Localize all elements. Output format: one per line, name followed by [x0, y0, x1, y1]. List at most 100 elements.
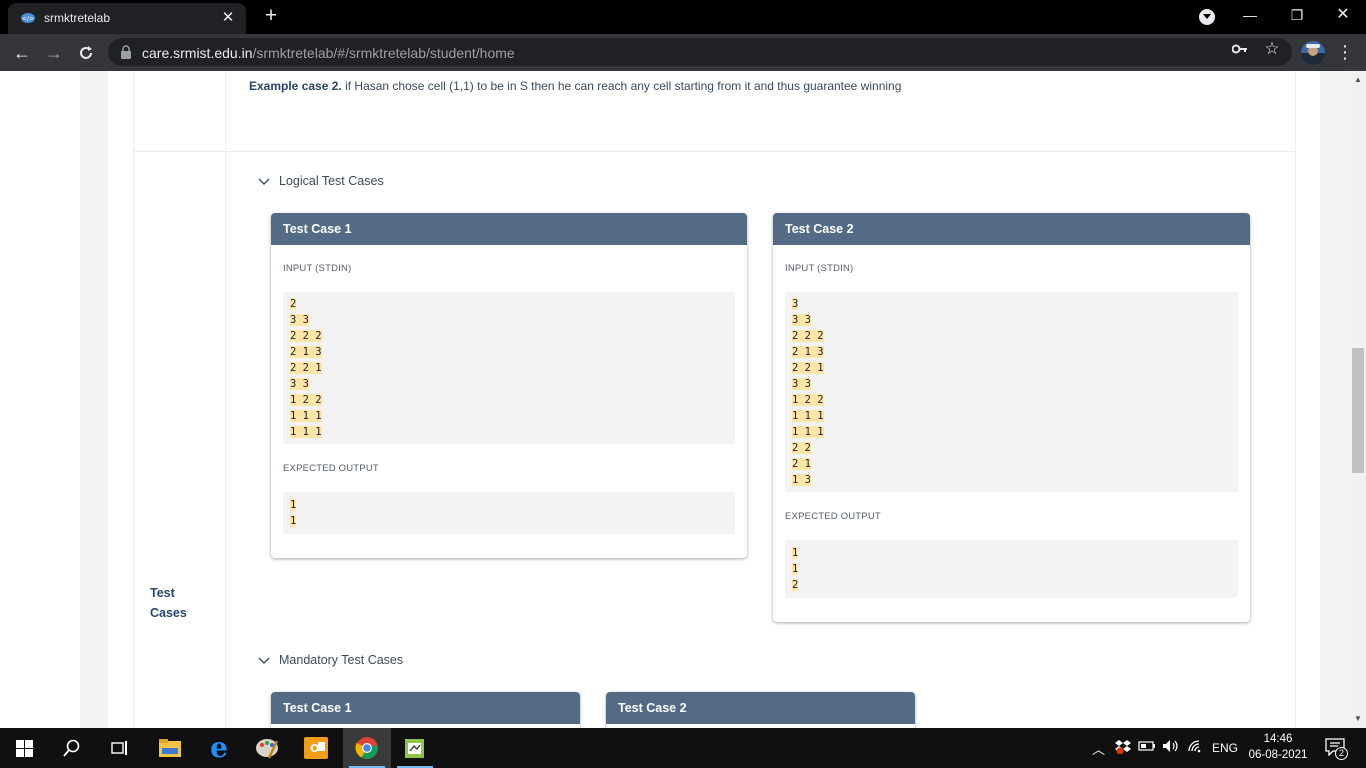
input-line: 2 1: [792, 458, 811, 470]
tab-search-button[interactable]: [1199, 9, 1215, 25]
url-text: care.srmist.edu.in/srmktretelab/#/srmktr…: [142, 45, 515, 61]
bookmark-star-icon[interactable]: ☆: [1263, 40, 1281, 58]
key-icon[interactable]: [1231, 40, 1249, 58]
output-box[interactable]: 1 1 2: [785, 540, 1238, 598]
input-line: 1 3: [792, 474, 811, 486]
section-divider: [133, 151, 1295, 152]
chrome-taskbar-button[interactable]: [343, 728, 391, 768]
action-center-button[interactable]: 2: [1325, 738, 1349, 760]
input-line: 3 3: [290, 314, 309, 326]
logical-test-case-2: Test Case 2 INPUT (STDIN) 3 3 3 2 2 2 2 …: [773, 213, 1250, 622]
test-case-title: Test Case 1: [271, 692, 580, 724]
input-line: 3 3: [792, 314, 811, 326]
page-viewport: Example case 2. if Hasan chose cell (1,1…: [0, 71, 1366, 728]
scroll-down-arrow-icon[interactable]: ▼: [1354, 714, 1362, 723]
expected-output-label: EXPECTED OUTPUT: [785, 511, 881, 522]
notepad-app-button[interactable]: [391, 728, 439, 768]
lock-icon[interactable]: [120, 45, 132, 59]
show-hidden-icons-chevron-icon[interactable]: ︿: [1092, 739, 1105, 758]
input-line: 1 1 1: [290, 426, 322, 438]
page-gutter-right: [1320, 71, 1350, 728]
close-window-button[interactable]: ✕: [1329, 4, 1357, 26]
page-left-margin: [0, 71, 80, 728]
mandatory-test-cases-toggle[interactable]: Mandatory Test Cases: [258, 653, 403, 667]
input-line: 2 1 3: [290, 346, 322, 358]
search-button[interactable]: [48, 728, 96, 768]
outlook-icon: O: [304, 737, 328, 759]
dropbox-tray-icon[interactable]: [1115, 739, 1131, 757]
input-language-indicator[interactable]: ENG: [1212, 741, 1238, 755]
volume-tray-icon[interactable]: [1162, 739, 1180, 756]
internet-explorer-button[interactable]: e: [195, 728, 243, 768]
output-line: 1: [792, 563, 799, 575]
search-icon: [63, 739, 80, 757]
windows-taskbar: e O ︿ ENG 14:46 06-08-2021 2: [0, 728, 1366, 768]
svg-text:O: O: [310, 742, 319, 755]
input-line: 1 1 1: [290, 410, 322, 422]
task-view-button[interactable]: [96, 728, 144, 768]
chevron-down-icon: [258, 657, 270, 664]
folder-icon: [159, 739, 181, 757]
input-line: 1 2 2: [792, 394, 824, 406]
logical-test-cases-toggle[interactable]: Logical Test Cases: [258, 174, 384, 188]
new-tab-button[interactable]: +: [260, 5, 282, 27]
input-line: 3 3: [290, 378, 309, 390]
windows-logo-icon: [15, 739, 33, 757]
example-case-text: Example case 2. if Hasan chose cell (1,1…: [249, 79, 902, 93]
browser-toolbar: ← → care.srmist.edu.in/srmktretelab/#/sr…: [0, 34, 1366, 71]
reload-button[interactable]: [74, 41, 98, 65]
chrome-menu-icon[interactable]: ⋮: [1336, 42, 1354, 62]
scroll-up-arrow-icon[interactable]: ▲: [1354, 75, 1362, 84]
profile-avatar[interactable]: [1301, 41, 1325, 65]
address-bar[interactable]: care.srmist.edu.in/srmktretelab/#/srmktr…: [108, 38, 1292, 66]
mandatory-test-case-2: Test Case 2: [606, 692, 915, 728]
table-column-divider: [225, 71, 226, 728]
outlook-button[interactable]: O: [292, 728, 340, 768]
battery-tray-icon[interactable]: [1138, 740, 1156, 755]
input-line: 2 1 3: [792, 346, 824, 358]
page-gutter-left: [80, 71, 108, 728]
tab-close-icon[interactable]: ✕: [220, 9, 236, 27]
scrollbar-thumb[interactable]: [1352, 348, 1364, 473]
input-line: 2 2 1: [792, 362, 824, 374]
tab-title: srmktretelab: [44, 11, 111, 25]
file-explorer-button[interactable]: [146, 728, 194, 768]
input-line: 2 2 1: [290, 362, 322, 374]
taskbar-clock[interactable]: 14:46 06-08-2021: [1240, 731, 1316, 763]
mandatory-test-case-1: Test Case 1: [271, 692, 580, 728]
test-case-title: Test Case 2: [606, 692, 915, 724]
svg-text:</>: </>: [22, 16, 34, 23]
input-box[interactable]: 2 3 3 2 2 2 2 1 3 2 2 1 3 3 1 2 2 1 1 1 …: [283, 292, 735, 444]
input-line: 1 2 2: [290, 394, 322, 406]
input-line: 2 2: [792, 442, 811, 454]
wifi-tray-icon[interactable]: [1188, 740, 1204, 756]
chevron-down-icon: [1203, 14, 1211, 19]
chevron-down-icon: [258, 178, 270, 185]
output-line: 2: [792, 579, 799, 591]
example-case-label: Example case 2.: [249, 79, 342, 93]
browser-tab[interactable]: </> srmktretelab ✕: [8, 3, 246, 34]
paint-palette-icon: [256, 739, 279, 759]
input-line: 1 1 1: [792, 426, 824, 438]
table-border-left: [133, 71, 134, 728]
logical-test-case-1: Test Case 1 INPUT (STDIN) 2 3 3 2 2 2 2 …: [271, 213, 747, 558]
input-line: 1 1 1: [792, 410, 824, 422]
table-border-right: [1295, 71, 1296, 728]
input-box[interactable]: 3 3 3 2 2 2 2 1 3 2 2 1 3 3 1 2 2 1 1 1 …: [785, 292, 1238, 492]
paint-app-button[interactable]: [243, 728, 291, 768]
expected-output-label: EXPECTED OUTPUT: [283, 463, 379, 474]
minimize-button[interactable]: —: [1236, 4, 1264, 26]
input-line: 3 3: [792, 378, 811, 390]
input-label: INPUT (STDIN): [785, 263, 854, 274]
test-case-title: Test Case 1: [271, 213, 747, 245]
output-box[interactable]: 1 1: [283, 492, 735, 534]
clock-date: 06-08-2021: [1248, 749, 1308, 761]
back-button[interactable]: ←: [10, 41, 34, 65]
output-line: 1: [290, 499, 297, 511]
site-favicon-icon: </>: [21, 13, 35, 23]
forward-button[interactable]: →: [42, 41, 66, 65]
maximize-button[interactable]: ❐: [1283, 4, 1311, 26]
output-line: 1: [792, 547, 799, 559]
reload-icon: [80, 46, 92, 59]
start-button[interactable]: [0, 728, 48, 768]
